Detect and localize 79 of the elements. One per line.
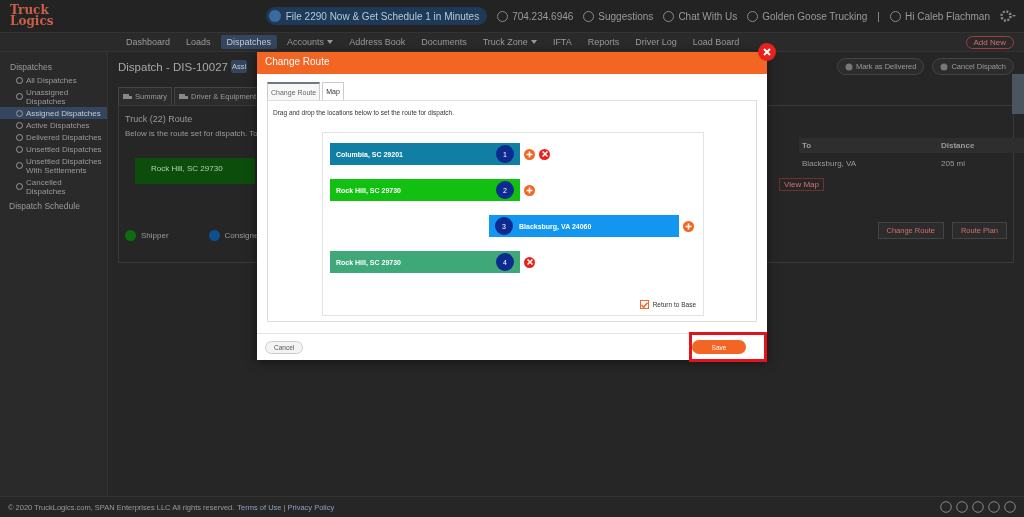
checkbox[interactable] xyxy=(639,300,649,309)
check-icon xyxy=(640,301,648,308)
nav-tab[interactable]: Load Board xyxy=(686,35,746,49)
nav-tab[interactable]: Driver Log xyxy=(629,35,683,49)
header-link[interactable]: Chat With Us xyxy=(663,10,738,22)
phone-number: 704.234.6946 xyxy=(497,10,574,22)
social-icon xyxy=(1004,501,1016,513)
sidebar-link[interactable]: Dispatch Schedule xyxy=(0,197,107,215)
sidebar-item[interactable]: Unassigned Dispatches xyxy=(0,86,107,107)
route-stop: Rock Hill, SC 29730 xyxy=(135,158,255,184)
circle-icon xyxy=(16,162,23,169)
circle-icon xyxy=(663,10,675,22)
separator: | xyxy=(877,10,880,22)
close-icon xyxy=(526,259,533,265)
remove-stop-button[interactable] xyxy=(539,148,550,160)
social-icon xyxy=(956,501,968,513)
remove-stop-button[interactable] xyxy=(524,256,535,268)
table-cell: Blacksburg, VA xyxy=(799,153,938,174)
truck-icon xyxy=(123,92,132,101)
circle-icon xyxy=(747,10,759,22)
nav-tab[interactable]: Accounts xyxy=(281,35,340,49)
nav-tab[interactable]: Documents xyxy=(415,35,473,49)
user-icon xyxy=(889,10,901,22)
circle-icon xyxy=(16,109,23,117)
add-stop-button[interactable] xyxy=(683,220,694,232)
user-menu[interactable]: Hi Caleb Flachman xyxy=(889,10,990,22)
page-title: Dispatch - DIS-10027 xyxy=(118,60,228,73)
add-stop-button[interactable] xyxy=(524,148,535,160)
card-title: Truck (22) Route xyxy=(125,114,194,124)
header-link[interactable]: Golden Goose Trucking xyxy=(747,10,868,22)
view-map-link[interactable]: View Map xyxy=(779,178,824,191)
social-icon xyxy=(972,501,984,513)
circle-icon xyxy=(940,62,949,71)
nav-tab[interactable]: Reports xyxy=(581,35,626,49)
sidebar-item[interactable]: Cancelled Dispatches xyxy=(0,176,107,197)
column-header: Distance xyxy=(938,138,1024,153)
plus-icon xyxy=(526,186,533,194)
social-icon xyxy=(940,501,952,513)
settings-icon xyxy=(1000,10,1016,22)
card-text: Below is the route set for dispatch. To xyxy=(125,129,259,138)
add-stop-button[interactable] xyxy=(524,184,535,196)
circle-icon xyxy=(16,133,23,141)
sidebar-item[interactable]: Assigned Dispatches xyxy=(0,107,107,119)
modal-title: Change Route xyxy=(257,52,767,74)
nav-tab[interactable]: Dashboard xyxy=(120,35,177,49)
social-icon xyxy=(988,501,1000,513)
badge-icon xyxy=(268,10,281,22)
close-icon xyxy=(541,151,548,157)
table-cell: 205 mi xyxy=(938,153,1024,174)
nav-tab[interactable]: Truck Zone xyxy=(476,35,543,49)
circle-icon xyxy=(16,145,23,153)
circle-icon xyxy=(844,62,853,71)
circle-icon xyxy=(16,76,23,84)
legend-label: Consigne xyxy=(224,231,259,240)
circle-icon xyxy=(16,93,23,100)
nav-tab[interactable]: Loads xyxy=(180,35,217,49)
circle-icon xyxy=(16,183,23,190)
truck-icon xyxy=(179,92,189,101)
plus-icon xyxy=(526,150,533,158)
column-header: To xyxy=(799,138,938,153)
plus-icon xyxy=(685,222,692,230)
header-link[interactable]: Suggestions xyxy=(583,10,654,22)
sidebar-heading: Dispatches xyxy=(9,61,54,74)
circle-icon xyxy=(16,121,23,129)
sidebar-item[interactable]: Unsettled Dispatches With Settlements xyxy=(0,155,107,176)
logo[interactable]: Truck Logics xyxy=(10,5,66,27)
legend-label: Shipper xyxy=(141,231,169,240)
sidebar-item[interactable]: Delivered Dispatches xyxy=(0,131,107,143)
phone-icon xyxy=(497,10,509,22)
nav-tab[interactable]: IFTA xyxy=(546,35,578,49)
nav-tab[interactable]: Dispatches xyxy=(220,35,278,49)
add-new-button[interactable]: Add New xyxy=(965,35,1014,49)
promo-banner[interactable]: File 2290 Now & Get Schedule 1 in Minutes xyxy=(265,7,488,25)
nav-tab[interactable]: Address Book xyxy=(343,35,412,49)
sidebar-item[interactable]: Active Dispatches xyxy=(0,119,107,131)
sidebar-item[interactable]: Unsettled Dispatches xyxy=(0,143,107,155)
close-icon xyxy=(763,48,771,56)
sidebar-item[interactable]: All Dispatches xyxy=(0,74,107,86)
circle-icon xyxy=(583,10,595,22)
